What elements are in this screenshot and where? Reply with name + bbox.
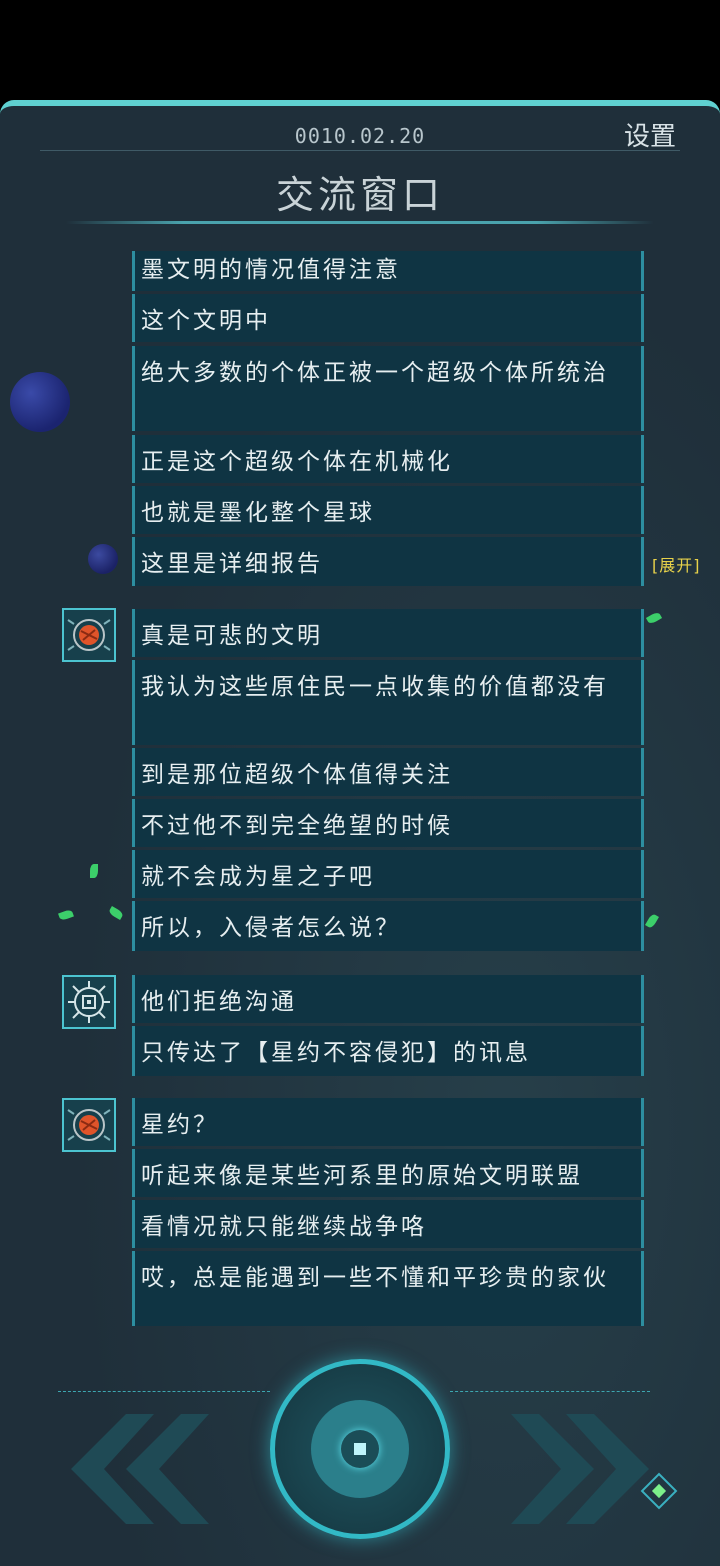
- expand-report-link[interactable]: [展开]: [652, 552, 701, 576]
- chat-log[interactable]: 墨文明的情况值得注意 这个文明中 绝大多数的个体正被一个超级个体所统治 正是这个…: [0, 251, 720, 1326]
- chat-message: 看情况就只能继续战争咯: [132, 1200, 644, 1248]
- chat-message: 绝大多数的个体正被一个超级个体所统治: [132, 346, 644, 431]
- chat-message: 不过他不到完全绝望的时候: [132, 799, 644, 847]
- record-button[interactable]: [270, 1359, 450, 1539]
- playback-controls: [0, 1356, 720, 1566]
- double-chevron-right-icon[interactable]: [506, 1414, 656, 1528]
- chat-message: 哎，总是能遇到一些不懂和平珍贵的家伙: [132, 1251, 644, 1326]
- record-button-icon: [311, 1400, 409, 1498]
- chat-message: 听起来像是某些河系里的原始文明联盟: [132, 1149, 644, 1197]
- title-underline: [66, 221, 654, 224]
- chat-message: 这个文明中: [132, 294, 644, 342]
- planet-avatar-icon: [62, 1098, 116, 1152]
- chat-message: 就不会成为星之子吧: [132, 850, 644, 898]
- chat-message: 所以，入侵者怎么说？: [132, 901, 644, 951]
- divider: [40, 150, 680, 151]
- chat-message: 真是可悲的文明: [132, 609, 644, 657]
- chat-message: 到是那位超级个体值得关注: [132, 748, 644, 796]
- chat-message: 只传达了【星约不容侵犯】的讯息: [132, 1026, 644, 1076]
- chat-message: 我认为这些原住民一点收集的价值都没有: [132, 660, 644, 745]
- chat-message: 这里是详细报告: [132, 537, 644, 586]
- communication-panel: 0010.02.20 设置 交流窗口 墨文明的情况值得注意 这个文明中 绝大多数…: [0, 100, 720, 1566]
- chat-message: 星约？: [132, 1098, 644, 1146]
- chat-message: 也就是墨化整个星球: [132, 486, 644, 534]
- settings-button[interactable]: 设置: [624, 116, 676, 153]
- double-chevron-left-icon[interactable]: [66, 1414, 216, 1528]
- chat-message: 他们拒绝沟通: [132, 975, 644, 1023]
- chat-message: 墨文明的情况值得注意: [132, 251, 644, 291]
- planet-avatar-icon: [62, 608, 116, 662]
- circuit-chip-avatar-icon: [62, 975, 116, 1029]
- page-title: 交流窗口: [275, 173, 444, 217]
- record-dot: [341, 1430, 379, 1468]
- date-label: 0010.02.20: [294, 124, 426, 148]
- chat-message: 正是这个超级个体在机械化: [132, 435, 644, 483]
- divider: [58, 1391, 270, 1392]
- divider: [450, 1391, 650, 1392]
